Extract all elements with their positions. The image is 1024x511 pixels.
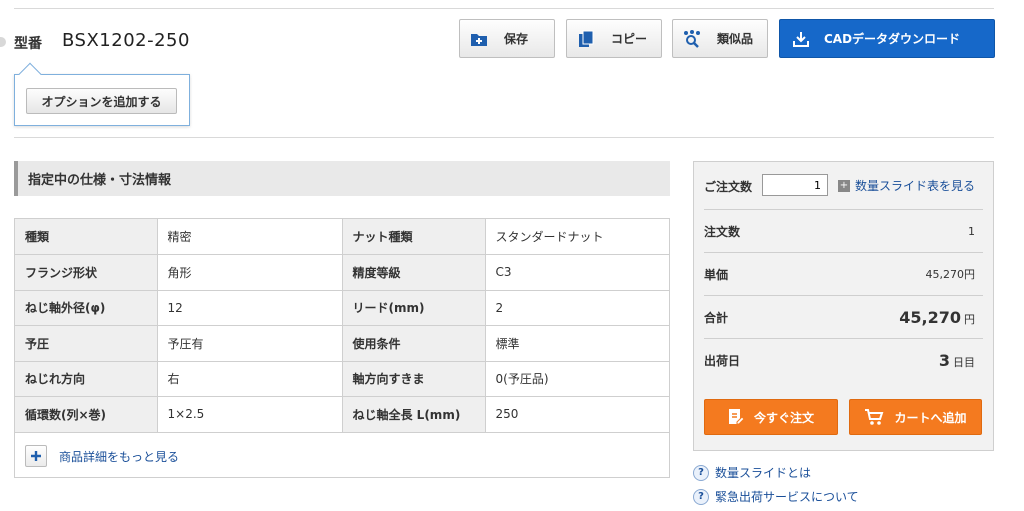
side-tab-handle [0, 37, 6, 47]
spec-row: フランジ形状 角形 精度等級 C3 [15, 254, 669, 291]
help-link-express-shipping[interactable]: ? 緊急出荷サービスについて [693, 488, 859, 505]
spec-value: スタンダードナット [485, 219, 669, 255]
add-to-cart-button[interactable]: カートへ追加 [849, 399, 982, 435]
ship-day-value: 3 日目 [939, 351, 983, 370]
spec-table-panel: 種類 精密 ナット種類 スタンダードナット フランジ形状 角形 精度等級 C3 ねじ軸外径(φ)… [14, 218, 670, 478]
copy-icon [577, 30, 595, 48]
spec-value: 2 [485, 290, 669, 326]
spec-label: 軸方向すきま [342, 361, 486, 397]
more-details-link[interactable]: 商品詳細をもっと見る [25, 445, 179, 467]
buy-now-button[interactable]: 今すぐ注文 [704, 399, 838, 435]
order-summary: 注文数 1 単価 45,270円 合計 45,270 円 出荷日 3 日目 [704, 209, 983, 381]
spec-label: 循環数(列×巻) [15, 396, 158, 433]
buy-now-label: 今すぐ注文 [753, 410, 814, 425]
cart-icon [864, 408, 884, 426]
save-button[interactable]: 保存 [459, 19, 555, 58]
spec-label: 精度等級 [342, 254, 486, 291]
ship-day-unit: 日目 [953, 355, 975, 369]
spec-label: 予圧 [15, 325, 158, 362]
spec-label: 使用条件 [342, 325, 486, 362]
quantity-input[interactable] [762, 174, 828, 196]
cad-download-label: CADデータダウンロード [824, 32, 961, 46]
unit-price-label: 単価 [704, 267, 729, 282]
spec-value: 標準 [485, 325, 669, 362]
order-count-value: 1 [968, 224, 975, 238]
spec-label: 種類 [15, 219, 158, 255]
download-icon [792, 30, 810, 48]
spec-value: 1×2.5 [157, 396, 343, 433]
total-amount: 45,270 [899, 307, 961, 327]
quantity-slide-label: 数量スライド表を見る [855, 179, 976, 193]
model-label: 型番 [14, 36, 42, 52]
help-link-express-shipping-label: 緊急出荷サービスについて [715, 490, 859, 504]
spec-label: ねじ軸全長 L(mm) [342, 396, 486, 433]
save-label: 保存 [504, 32, 529, 46]
order-panel: ご注文数 + 数量スライド表を見る 注文数 1 単価 45,270円 合計 45… [693, 161, 994, 451]
order-count-row: 注文数 1 [704, 209, 983, 252]
spec-value: 右 [157, 361, 343, 397]
total-row: 合計 45,270 円 [704, 295, 983, 338]
more-details-label: 商品詳細をもっと見る [59, 449, 180, 464]
ship-day-number: 3 [938, 350, 950, 370]
add-option-button[interactable]: オプションを追加する [26, 88, 177, 114]
copy-label: コピー [611, 32, 648, 46]
spec-label: ナット種類 [342, 219, 486, 255]
copy-button[interactable]: コピー [566, 19, 662, 58]
spec-row: 種類 精密 ナット種類 スタンダードナット [15, 219, 669, 255]
spec-value: 250 [485, 396, 669, 433]
quantity-slide-link[interactable]: + 数量スライド表を見る [838, 177, 975, 194]
unit-price-value: 45,270円 [925, 268, 976, 281]
spec-row: ねじれ方向右軸方向すきま 0(予圧品) [15, 361, 669, 397]
spec-label: リード(mm) [342, 290, 486, 326]
expand-plus-icon: + [838, 179, 850, 192]
similar-label: 類似品 [717, 32, 754, 46]
section-divider [14, 137, 994, 138]
cad-download-button[interactable]: CADデータダウンロード [779, 19, 995, 58]
spec-value: C3 [485, 254, 669, 291]
help-question-icon: ? [693, 464, 709, 481]
help-link-quantity-slide[interactable]: ? 数量スライドとは [693, 464, 811, 481]
spec-value: 角形 [157, 254, 343, 291]
order-count-label: 注文数 [704, 224, 741, 239]
spec-label: フランジ形状 [15, 254, 158, 291]
spec-value: 予圧有 [157, 325, 343, 362]
similar-search-icon [683, 29, 701, 48]
spec-label: ねじれ方向 [15, 361, 158, 397]
spec-value: 12 [157, 290, 343, 326]
spec-value: 0(予圧品) [485, 361, 669, 397]
total-value: 45,270 円 [899, 308, 983, 327]
unit-price-row: 単価 45,270円 [704, 252, 983, 295]
add-to-cart-label: カートへ追加 [894, 410, 967, 425]
folder-plus-icon [470, 30, 488, 48]
spec-value: 精密 [157, 219, 343, 255]
spec-row: 循環数(列×巻) 1×2.5 ねじ軸全長 L(mm) 250 [15, 396, 669, 433]
plus-icon [25, 445, 47, 467]
ship-day-row: 出荷日 3 日目 [704, 338, 983, 381]
total-label: 合計 [704, 310, 729, 325]
quantity-label: ご注文数 [704, 180, 753, 194]
order-form-icon [728, 408, 744, 426]
top-divider [14, 8, 994, 9]
spec-table: 種類 精密 ナット種類 スタンダードナット フランジ形状 角形 精度等級 C3 ねじ軸外径(φ)… [15, 219, 669, 433]
spec-label: ねじ軸外径(φ) [15, 290, 158, 326]
model-number: BSX1202-250 [62, 30, 190, 51]
spec-row: ねじ軸外径(φ) 12 リード(mm) 2 [15, 290, 669, 326]
help-question-icon: ? [693, 488, 709, 505]
spec-row: 予圧 予圧有 使用条件 標準 [15, 325, 669, 362]
similar-products-button[interactable]: 類似品 [672, 19, 768, 58]
total-unit: 円 [964, 312, 975, 326]
help-link-quantity-slide-label: 数量スライドとは [715, 466, 812, 480]
spec-section-heading: 指定中の仕様・寸法情報 [14, 161, 670, 196]
ship-day-label: 出荷日 [704, 353, 741, 368]
